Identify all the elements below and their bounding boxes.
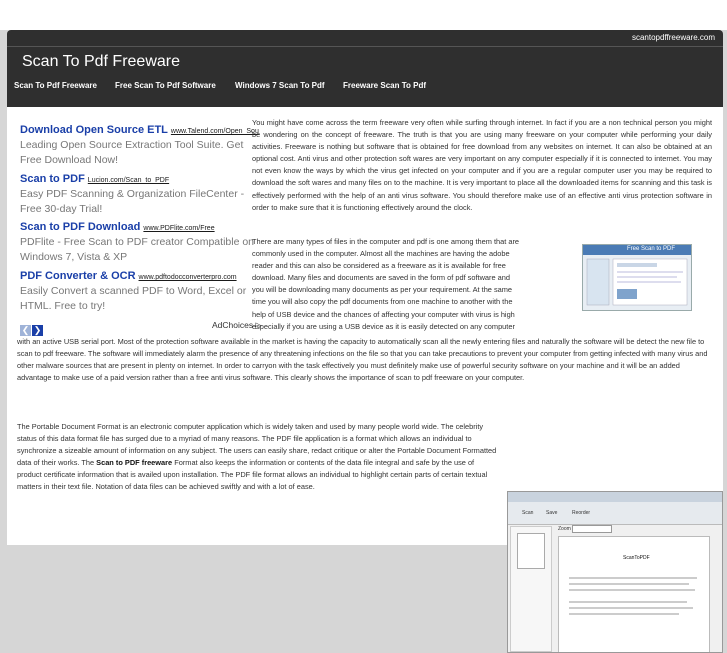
toolbar-save: Save	[546, 510, 558, 516]
article-paragraph-2-continued: with an active USB serial port. Most of …	[17, 337, 708, 383]
app-toolbar: Scan Save Reorder	[508, 502, 722, 525]
app-page-preview: ScanToPDF	[558, 536, 710, 652]
chevron-left-icon[interactable]: ❮	[20, 325, 31, 336]
paragraph-2-line: download. Many files and documents are s…	[252, 273, 510, 283]
preview-text-line	[569, 583, 689, 585]
scan-to-pdf-freeware-bold: Scan to PDF freeware	[96, 458, 173, 468]
toolbar-reorder: Reorder	[572, 510, 591, 516]
app-titlebar	[508, 492, 722, 502]
preview-text-line	[569, 613, 679, 615]
zoom-label: Zoom	[558, 526, 571, 532]
main-nav: Scan To Pdf Freeware Free Scan To Pdf So…	[7, 76, 723, 96]
paragraph-2-line: time you will also copy the pdf document…	[252, 297, 513, 307]
ad-desc-1: Leading Open Source Extraction Tool Suit…	[20, 139, 244, 166]
ad-desc-3: PDFlite - Free Scan to PDF creator Compa…	[20, 236, 255, 263]
preview-doc-title: ScanToPDF	[623, 555, 650, 561]
ad-title-4[interactable]: PDF Converter & OCR www.pdftodocconverter…	[20, 270, 237, 282]
ad-block: Download Open Source ETL www.Talend.com/O…	[19, 122, 267, 337]
site-header: scantopdffreeware.com Scan To Pdf Freewa…	[7, 30, 723, 107]
paragraph-2-line: reader and this can also be considered a…	[252, 261, 506, 271]
ad-url-2[interactable]: Lucion.com/Scan_to_PDF	[88, 177, 169, 184]
ad-title-3[interactable]: Scan to PDF Download www.PDFlite.com/Free	[20, 221, 215, 233]
paragraph-2-line: There are many types of files in the com…	[252, 237, 520, 246]
paragraph-2-line: help of USB device and the chances of af…	[252, 309, 515, 319]
toolbar-scan: Scan	[522, 510, 534, 516]
nav-item-free-scan-to-pdf-software[interactable]: Free Scan To Pdf Software	[115, 81, 216, 90]
thumbnail-window-graphic	[583, 245, 691, 306]
site-title[interactable]: Scan To Pdf Freeware	[22, 53, 180, 71]
header-divider	[7, 46, 723, 47]
ad-desc-4: Easily Convert a scanned PDF to Word, Ex…	[20, 285, 247, 312]
preview-text-line	[569, 607, 693, 609]
page-thumbnail	[517, 533, 545, 569]
chevron-right-icon[interactable]: ❯	[32, 325, 43, 336]
paragraph-2-line: especially if you are using a USB device…	[252, 321, 515, 331]
preview-text-line	[569, 577, 697, 579]
ad-url-1[interactable]: www.Talend.com/Open_Sou	[171, 128, 259, 135]
thumbnail-title: Free Scan to PDF	[627, 246, 676, 252]
ad-title-1[interactable]: Download Open Source ETL www.Talend.com/O…	[20, 124, 259, 136]
paragraph-2-line: you will be downloading many documents a…	[252, 285, 513, 295]
ad-url-3[interactable]: www.PDFlite.com/Free	[143, 225, 214, 232]
article-paragraph-2-lines: There are many types of files in the com…	[252, 236, 582, 333]
ad-desc-2: Easy PDF Scanning & Organization FileCen…	[20, 188, 245, 215]
main-content: Download Open Source ETL www.Talend.com/O…	[7, 107, 723, 653]
nav-item-freeware-scan-to-pdf[interactable]: Freeware Scan To Pdf	[343, 81, 426, 90]
ad-url-4[interactable]: www.pdftodocconverterpro.com	[139, 274, 237, 281]
software-screenshot-thumbnail[interactable]: Free Scan to PDF	[582, 244, 692, 311]
preview-text-line	[569, 601, 687, 603]
zoom-select	[572, 525, 612, 533]
preview-text-line	[569, 589, 695, 591]
nav-item-scan-to-pdf-freeware[interactable]: Scan To Pdf Freeware	[14, 81, 97, 90]
article-paragraph-1: You might have come across the term free…	[252, 118, 712, 212]
scantopdf-app-screenshot[interactable]: Scan Save Reorder Zoom ScanToPDF	[507, 491, 723, 653]
article-paragraph-3: The Portable Document Format is an elect…	[17, 422, 497, 492]
top-strip	[0, 0, 727, 30]
paragraph-2-line: commonly used in the computer. Almost al…	[252, 249, 510, 259]
site-domain[interactable]: scantopdffreeware.com	[632, 33, 715, 42]
ad-pager: ❮ ❯	[20, 320, 46, 336]
nav-item-windows-7-scan-to-pdf[interactable]: Windows 7 Scan To Pdf	[235, 81, 325, 90]
ad-title-2[interactable]: Scan to PDF Lucion.com/Scan_to_PDF	[20, 173, 169, 185]
